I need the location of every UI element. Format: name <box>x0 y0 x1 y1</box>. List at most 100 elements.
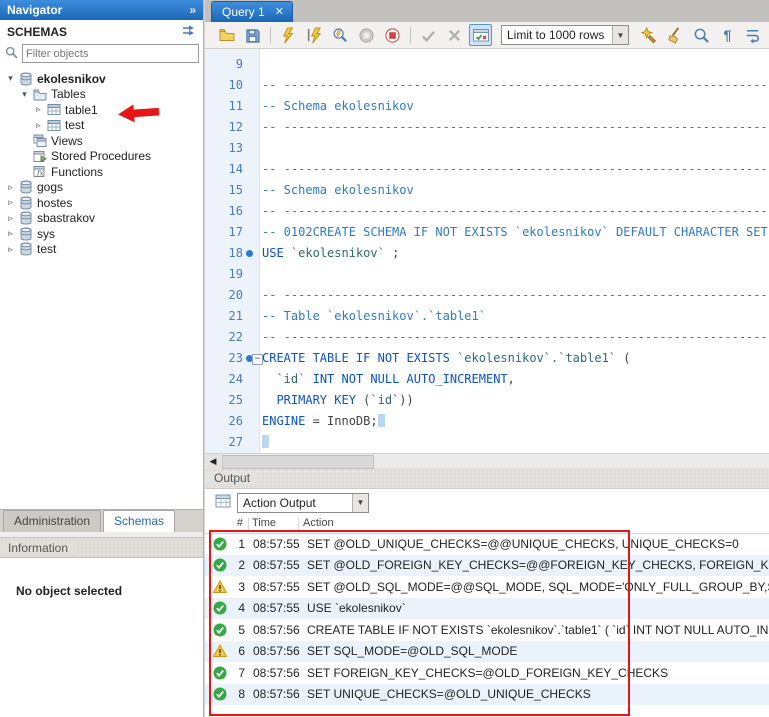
code-segment: -- Table `ekolesnikov`.`table1` <box>262 309 486 323</box>
sql-code-editor[interactable]: 910 -- ----------------------------------… <box>205 49 769 453</box>
tree-item-hostes[interactable]: ▹hostes <box>0 195 203 211</box>
code-segment: -- -------------------------------------… <box>262 78 768 92</box>
output-row-8[interactable]: 808:57:56SET UNIQUE_CHECKS=@OLD_UNIQUE_C… <box>205 684 769 706</box>
toggle-wrap-icon[interactable] <box>742 24 765 46</box>
action-output-selector[interactable]: Action Output ▼ <box>237 493 369 513</box>
expand-panel-icon[interactable] <box>182 25 196 39</box>
panel-menu-icon[interactable]: » <box>189 3 196 17</box>
code-line-19[interactable]: 19 <box>205 264 769 285</box>
code-line-15[interactable]: 15-- Schema ekolesnikov <box>205 180 769 201</box>
collapse-icon[interactable]: ▾ <box>4 73 17 84</box>
fold-collapse-icon[interactable]: − <box>252 354 263 365</box>
expand-icon[interactable]: ▹ <box>4 182 17 193</box>
stop-icon[interactable] <box>355 24 378 46</box>
commit-icon[interactable] <box>417 24 440 46</box>
code-line-22[interactable]: 22-- -----------------------------------… <box>205 327 769 348</box>
tab-administration[interactable]: Administration <box>3 510 101 532</box>
limit-rows-dropdown[interactable]: Limit to 1000 rows ▼ <box>501 25 629 45</box>
code-line-11[interactable]: 11-- Schema ekolesnikov <box>205 96 769 117</box>
code-line-12[interactable]: 12-- -----------------------------------… <box>205 117 769 138</box>
tree-item-table1[interactable]: ▹table1 <box>0 102 203 118</box>
tree-item-stored-procedures[interactable]: Stored Procedures <box>0 149 203 165</box>
tree-item-gogs[interactable]: ▹gogs <box>0 180 203 196</box>
code-line-20[interactable]: 20-- -----------------------------------… <box>205 285 769 306</box>
code-line-23[interactable]: 23−CREATE TABLE IF NOT EXISTS `ekolesnik… <box>205 348 769 369</box>
success-icon <box>213 558 227 572</box>
clear-query-icon[interactable] <box>664 24 687 46</box>
tree-item-sbastrakov[interactable]: ▹sbastrakov <box>0 211 203 227</box>
row-index: 3 <box>229 580 245 594</box>
output-row-1[interactable]: 108:57:55SET @OLD_UNIQUE_CHECKS=@@UNIQUE… <box>205 533 769 555</box>
code-line-14[interactable]: 14-- -----------------------------------… <box>205 159 769 180</box>
output-panel-header: Output <box>205 468 769 489</box>
toggle-stop-on-error-icon[interactable] <box>381 24 404 46</box>
expand-icon[interactable]: ▹ <box>4 197 17 208</box>
scrollbar-thumb[interactable] <box>222 455 374 469</box>
code-line-27[interactable]: 27 <box>205 432 769 453</box>
output-row-5[interactable]: 508:57:56CREATE TABLE IF NOT EXISTS `eko… <box>205 619 769 641</box>
tree-item-functions[interactable]: fxFunctions <box>0 164 203 180</box>
chevron-down-icon[interactable]: ▼ <box>352 494 368 512</box>
scroll-left-icon[interactable]: ◀ <box>205 454 221 468</box>
tree-item-tables[interactable]: ▾Tables <box>0 87 203 103</box>
code-line-13[interactable]: 13 <box>205 138 769 159</box>
information-panel-header: Information <box>0 537 203 558</box>
navigator-bottom-tabs: Administration Schemas <box>0 509 203 532</box>
save-script-icon[interactable] <box>241 24 264 46</box>
tree-item-sys[interactable]: ▹sys <box>0 226 203 242</box>
code-line-18[interactable]: 18USE `ekolesnikov` ; <box>205 243 769 264</box>
row-action: SET @OLD_SQL_MODE=@@SQL_MODE, SQL_MODE='… <box>307 580 769 594</box>
toggle-autocommit-icon[interactable] <box>469 24 492 46</box>
find-icon[interactable] <box>690 24 713 46</box>
filter-objects-input[interactable] <box>22 44 199 63</box>
output-row-4[interactable]: 408:57:55USE `ekolesnikov` <box>205 598 769 620</box>
row-action: SET FOREIGN_KEY_CHECKS=@OLD_FOREIGN_KEY_… <box>307 666 668 680</box>
show-invisibles-icon[interactable]: ¶ <box>716 24 739 46</box>
code-line-16[interactable]: 16-- -----------------------------------… <box>205 201 769 222</box>
expand-icon[interactable]: ▹ <box>4 213 17 224</box>
tree-item-views[interactable]: Views <box>0 133 203 149</box>
rollback-icon[interactable] <box>443 24 466 46</box>
expand-icon[interactable]: ▹ <box>32 104 45 115</box>
code-line-25[interactable]: 25 PRIMARY KEY (`id`)) <box>205 390 769 411</box>
column-header-action[interactable]: Action <box>303 517 334 529</box>
execute-current-icon[interactable] <box>303 24 326 46</box>
output-row-2[interactable]: 208:57:55SET @OLD_FOREIGN_KEY_CHECKS=@@F… <box>205 555 769 577</box>
tab-schemas[interactable]: Schemas <box>103 510 175 532</box>
tab-query-1[interactable]: Query 1 ✕ <box>211 1 293 22</box>
explain-icon[interactable] <box>329 24 352 46</box>
tree-item-label: Views <box>48 134 83 148</box>
code-line-24[interactable]: 24 `id` INT NOT NULL AUTO_INCREMENT, <box>205 369 769 390</box>
code-line-10[interactable]: 10 -- -----------------------------------… <box>205 75 769 96</box>
open-script-icon[interactable] <box>215 24 238 46</box>
code-line-26[interactable]: 26ENGINE = InnoDB; <box>205 411 769 432</box>
chevron-down-icon[interactable]: ▼ <box>612 26 628 44</box>
code-segment: -- -------------------------------------… <box>262 288 768 302</box>
expand-icon[interactable]: ▹ <box>4 244 17 255</box>
column-header-index[interactable]: # <box>219 517 243 529</box>
output-row-6[interactable]: 608:57:56SET SQL_MODE=@OLD_SQL_MODE <box>205 641 769 663</box>
expand-icon[interactable]: ▹ <box>4 228 17 239</box>
output-row-3[interactable]: 308:57:55SET @OLD_SQL_MODE=@@SQL_MODE, S… <box>205 576 769 598</box>
column-divider[interactable] <box>248 518 249 531</box>
code-line-9[interactable]: 9 <box>205 54 769 75</box>
close-tab-icon[interactable]: ✕ <box>275 7 284 18</box>
code-line-17[interactable]: 17-- 0102CREATE SCHEMA IF NOT EXISTS `ek… <box>205 222 769 243</box>
selection-block <box>378 414 385 427</box>
expand-icon[interactable]: ▹ <box>32 120 45 131</box>
tree-item-label: Functions <box>48 165 103 179</box>
beautify-icon[interactable] <box>638 24 661 46</box>
line-number: 10 <box>205 75 243 96</box>
code-line-21[interactable]: 21-- Table `ekolesnikov`.`table1` <box>205 306 769 327</box>
tree-item-test[interactable]: ▹test <box>0 242 203 258</box>
tree-item-ekolesnikov[interactable]: ▾ekolesnikov <box>0 71 203 87</box>
column-header-time[interactable]: Time <box>252 517 276 529</box>
execute-icon[interactable] <box>277 24 300 46</box>
row-index: 2 <box>229 558 245 572</box>
output-row-7[interactable]: 708:57:56SET FOREIGN_KEY_CHECKS=@OLD_FOR… <box>205 662 769 684</box>
editor-horizontal-scrollbar[interactable]: ◀ <box>205 453 769 468</box>
collapse-icon[interactable]: ▾ <box>18 89 31 100</box>
column-divider[interactable] <box>298 518 299 531</box>
row-index: 1 <box>229 537 245 551</box>
tree-item-test[interactable]: ▹test <box>0 118 203 134</box>
